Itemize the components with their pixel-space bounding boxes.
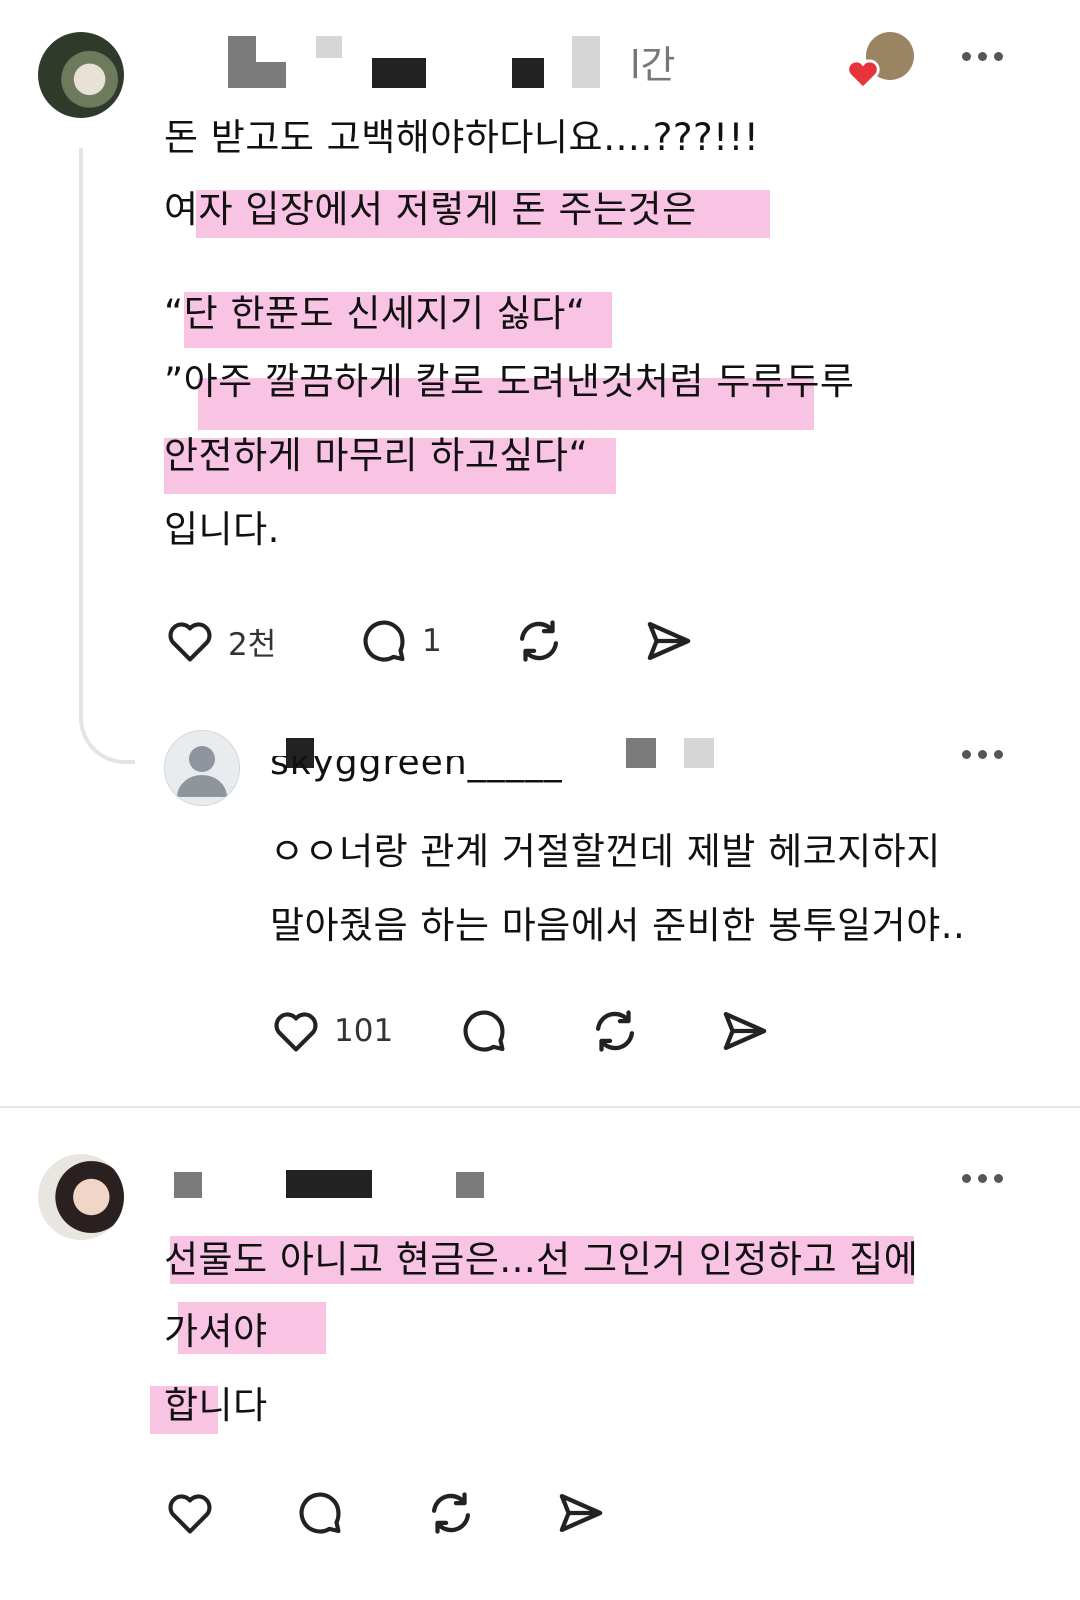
share-button[interactable]	[718, 1004, 772, 1058]
reply-button[interactable]	[458, 1005, 588, 1057]
reply-button[interactable]	[294, 1487, 424, 1539]
redacted-username	[286, 1170, 372, 1198]
share-icon	[718, 1004, 772, 1058]
avatar[interactable]	[38, 1154, 124, 1240]
share-icon	[642, 614, 696, 668]
heart-icon	[270, 1005, 322, 1057]
repost-icon	[588, 1004, 642, 1058]
repost-button[interactable]	[424, 1486, 554, 1540]
share-icon	[554, 1486, 608, 1540]
redacted-username	[372, 58, 426, 88]
like-count: 2천	[228, 626, 277, 663]
redacted-username	[316, 36, 342, 58]
post-text-line: 여자 입장에서 저렇게 돈 주는것은	[164, 188, 697, 231]
post-text-line: 합니다	[164, 1384, 268, 1427]
redacted-username	[684, 738, 714, 768]
reply-count: 1	[422, 623, 442, 659]
repost-button[interactable]	[512, 614, 642, 668]
avatar[interactable]	[164, 730, 240, 806]
post-text-line: “단 한푼도 신세지기 싫다“	[164, 292, 586, 335]
share-button[interactable]	[554, 1486, 608, 1540]
redacted-username	[572, 36, 600, 88]
action-bar: 2천 1	[164, 614, 696, 668]
post-text-line: 돈 받고도 고백해야하다니요….???!!!	[164, 116, 760, 159]
redacted-username	[228, 36, 256, 88]
more-icon[interactable]	[962, 750, 1003, 759]
heart-icon	[846, 58, 880, 94]
thread-line	[79, 148, 135, 764]
comment-icon	[358, 615, 410, 667]
avatar[interactable]	[38, 32, 124, 118]
comment-icon	[458, 1005, 510, 1057]
post-time: l간	[630, 43, 676, 87]
redacted-username	[626, 738, 656, 768]
heart-icon	[164, 615, 216, 667]
redacted-username	[456, 1172, 484, 1198]
like-button[interactable]	[164, 1487, 294, 1539]
username[interactable]: sкyggreen_____	[270, 756, 563, 784]
more-icon[interactable]	[962, 1174, 1003, 1183]
post-text-line: 선물도 아니고 현금은...선 그인거 인정하고 집에	[164, 1238, 919, 1281]
action-bar: 101	[270, 1004, 772, 1058]
repost-icon	[424, 1486, 478, 1540]
post-text-line: 말아줬음 하는 마음에서 준비한 봉투일거야..	[270, 904, 966, 947]
like-button[interactable]: 2천	[164, 615, 358, 667]
comment-icon	[294, 1487, 346, 1539]
post-text-line: ”아주 깔끔하게 칼로 도려낸것처럼 두루두루	[164, 360, 855, 403]
redacted-username	[512, 58, 544, 88]
more-icon[interactable]	[962, 52, 1003, 61]
like-count: 101	[334, 1013, 394, 1049]
post-text-line: ㅇㅇ너랑 관계 거절할껀데 제발 헤코지하지	[270, 830, 941, 873]
reply-button[interactable]: 1	[358, 615, 512, 667]
post-text-line: 안전하게 마무리 하고싶다“	[164, 434, 589, 477]
like-button[interactable]: 101	[270, 1005, 458, 1057]
heart-icon	[164, 1487, 216, 1539]
post-text-line: 입니다.	[164, 508, 280, 551]
post-divider	[0, 1106, 1080, 1108]
repost-icon	[512, 614, 566, 668]
share-button[interactable]	[642, 614, 696, 668]
repost-button[interactable]	[588, 1004, 718, 1058]
redacted-username	[256, 62, 286, 88]
post-text-line: 가셔야	[164, 1310, 268, 1353]
action-bar	[164, 1486, 608, 1540]
redacted-username	[174, 1172, 202, 1198]
